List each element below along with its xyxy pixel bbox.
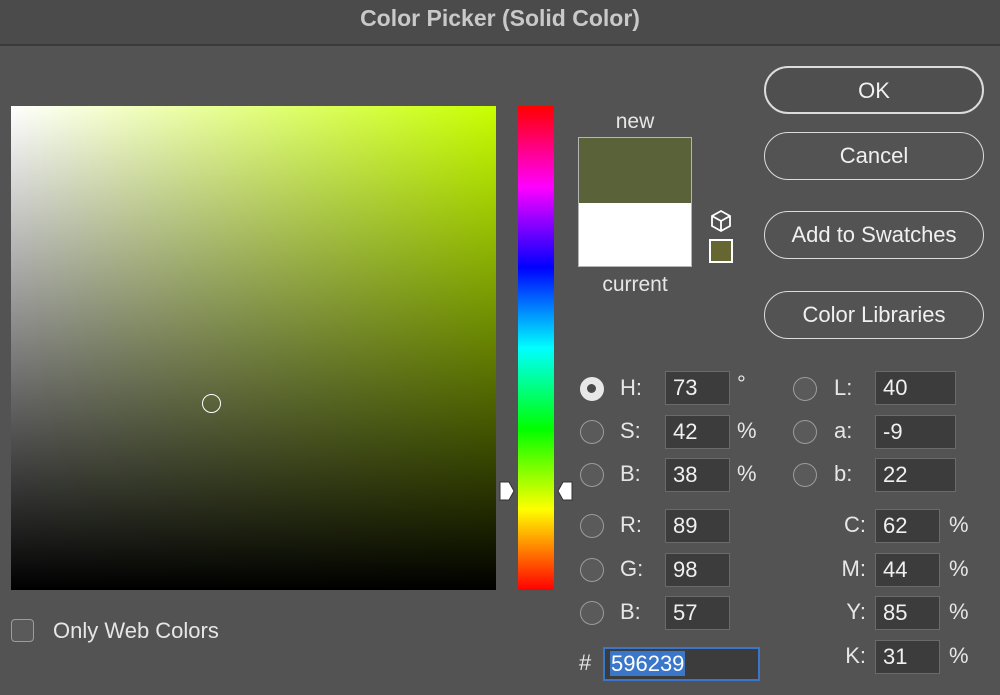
cancel-button[interactable]: Cancel (764, 132, 984, 180)
red-input[interactable]: 89 (665, 509, 730, 543)
lab-b-label: b: (834, 461, 853, 486)
color-field-brightness-layer (11, 106, 496, 590)
saturation-label: S: (620, 418, 641, 443)
red-label: R: (620, 512, 642, 537)
lab-a-radio[interactable] (793, 420, 817, 444)
hue-slider-right-arrow-icon[interactable] (557, 480, 573, 502)
window-title: Color Picker (Solid Color) (0, 0, 1000, 46)
saturation-radio[interactable] (580, 420, 604, 444)
hue-unit: ° (737, 371, 746, 396)
hue-slider[interactable] (518, 106, 554, 590)
hue-label: H: (620, 375, 642, 400)
lab-b-radio[interactable] (793, 463, 817, 487)
cube-icon[interactable] (709, 209, 733, 233)
websafe-color-swatch[interactable] (709, 239, 733, 263)
hue-radio[interactable] (580, 377, 604, 401)
only-web-colors-checkbox[interactable] (11, 619, 34, 642)
green-label: G: (620, 556, 644, 581)
blue-label: B: (620, 599, 641, 624)
new-swatch-label: new (615, 110, 655, 133)
lab-b-input[interactable]: 22 (875, 458, 956, 492)
yellow-label: Y: (846, 599, 866, 624)
hue-slider-left-arrow-icon[interactable] (499, 480, 515, 502)
current-swatch-label: current (602, 273, 668, 296)
brightness-input[interactable]: 38 (665, 458, 730, 492)
blue-radio[interactable] (580, 601, 604, 625)
only-web-colors-label: Only Web Colors (53, 618, 219, 643)
cyan-unit: % (949, 512, 969, 537)
magenta-unit: % (949, 556, 969, 581)
hex-input[interactable]: 596239 (603, 647, 760, 681)
add-to-swatches-button[interactable]: Add to Swatches (764, 211, 984, 259)
hex-prefix: # (579, 650, 592, 675)
green-radio[interactable] (580, 558, 604, 582)
new-color-swatch[interactable] (579, 138, 691, 203)
saturation-input[interactable]: 42 (665, 415, 730, 449)
current-color-swatch[interactable] (579, 203, 691, 266)
black-input[interactable]: 31 (875, 640, 940, 674)
brightness-unit: % (737, 461, 757, 486)
lab-a-input[interactable]: -9 (875, 415, 956, 449)
hue-input[interactable]: 73 (665, 371, 730, 405)
ok-button[interactable]: OK (764, 66, 984, 114)
blue-input[interactable]: 57 (665, 596, 730, 630)
color-libraries-button[interactable]: Color Libraries (764, 291, 984, 339)
red-radio[interactable] (580, 514, 604, 538)
magenta-label: M: (841, 556, 866, 581)
lab-l-label: L: (834, 375, 853, 400)
swatch-comparison (578, 137, 692, 267)
color-field-marker[interactable] (202, 394, 221, 413)
cyan-label: C: (844, 512, 866, 537)
yellow-input[interactable]: 85 (875, 596, 940, 630)
yellow-unit: % (949, 599, 969, 624)
magenta-input[interactable]: 44 (875, 553, 940, 587)
brightness-label: B: (620, 461, 641, 486)
lab-a-label: a: (834, 418, 853, 443)
hex-value: 596239 (610, 651, 686, 676)
brightness-radio[interactable] (580, 463, 604, 487)
lab-l-input[interactable]: 40 (875, 371, 956, 405)
green-input[interactable]: 98 (665, 553, 730, 587)
cyan-input[interactable]: 62 (875, 509, 940, 543)
black-unit: % (949, 643, 969, 668)
saturation-unit: % (737, 418, 757, 443)
color-field[interactable] (11, 106, 496, 590)
lab-l-radio[interactable] (793, 377, 817, 401)
black-label: K: (845, 643, 866, 668)
